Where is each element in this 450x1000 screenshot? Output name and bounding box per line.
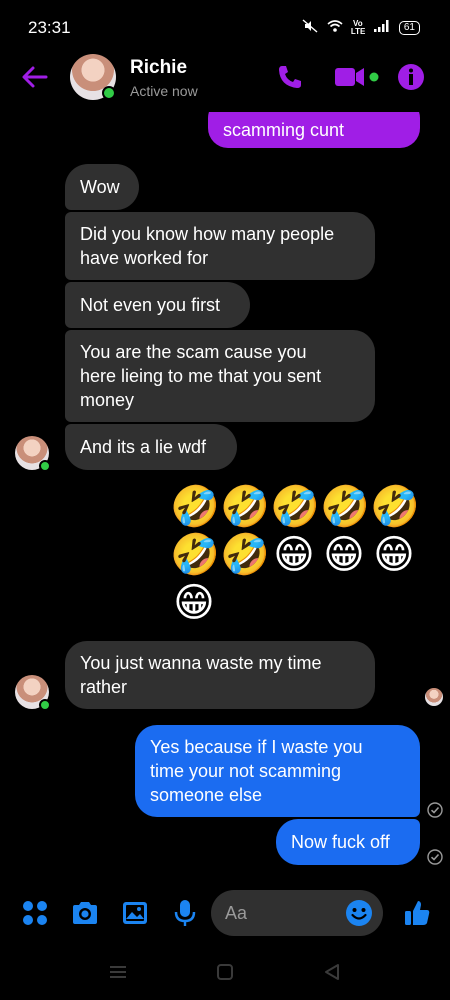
- back-button[interactable]: [20, 62, 50, 92]
- delivered-check-icon: [427, 802, 443, 818]
- message-text: And its a lie wdf: [80, 437, 207, 457]
- square-icon: [217, 964, 233, 980]
- chat-header: Richie Active now: [0, 50, 450, 112]
- online-indicator: [39, 699, 51, 711]
- status-icons: Vo LTE 61: [301, 19, 420, 36]
- menu-lines-icon: [110, 966, 126, 978]
- emoji-message[interactable]: 🤣: [220, 531, 270, 579]
- four-dots-icon: [23, 901, 47, 925]
- voice-call-button[interactable]: [275, 62, 305, 92]
- message-text: Wow: [80, 177, 120, 197]
- message-text: You are the scam cause you here lieing t…: [80, 342, 322, 410]
- status-time: 23:31: [28, 18, 71, 37]
- message-incoming[interactable]: And its a lie wdf: [65, 424, 237, 470]
- video-call-button[interactable]: [333, 62, 383, 92]
- video-camera-icon: [335, 68, 379, 86]
- message-text: Not even you first: [80, 295, 221, 315]
- more-actions-button[interactable]: [20, 898, 50, 928]
- message-incoming[interactable]: Did you know how many people have worked…: [65, 212, 375, 280]
- message-incoming[interactable]: You are the scam cause you here lieing t…: [65, 330, 375, 422]
- status-bar: 23:31 Vo LTE 61: [0, 0, 450, 50]
- recents-button[interactable]: [108, 962, 128, 982]
- emoji-message[interactable]: 😁: [370, 531, 418, 579]
- message-incoming[interactable]: You just wanna waste my time rather: [65, 641, 375, 709]
- message-outgoing[interactable]: scamming cunt: [208, 112, 420, 148]
- message-list[interactable]: scamming cunt Wow Did you know how many …: [0, 112, 450, 882]
- message-text: Did you know how many people have worked…: [80, 224, 335, 268]
- delivered-check-icon: [427, 849, 443, 865]
- smiley-icon: [346, 900, 372, 926]
- emoji-message[interactable]: 🤣: [170, 483, 220, 531]
- message-text: You just wanna waste my time rather: [80, 653, 322, 697]
- sender-avatar[interactable]: [15, 675, 51, 711]
- contact-name[interactable]: Richie: [130, 57, 187, 79]
- home-button[interactable]: [215, 962, 235, 982]
- emoji-message[interactable]: 😁: [270, 531, 318, 579]
- emoji-message[interactable]: 🤣: [170, 531, 220, 579]
- camera-icon: [73, 902, 97, 924]
- like-button[interactable]: [402, 898, 432, 928]
- message-incoming[interactable]: Wow: [65, 164, 139, 210]
- emoji-message[interactable]: 😁: [320, 531, 368, 579]
- sender-avatar[interactable]: [15, 436, 51, 472]
- microphone-icon: [174, 900, 196, 926]
- message-outgoing[interactable]: Now fuck off: [276, 819, 420, 865]
- emoji-message[interactable]: 🤣: [270, 483, 320, 531]
- emoji-message[interactable]: 🤣: [370, 483, 420, 531]
- message-text: Yes because if I waste you time your not…: [150, 737, 363, 805]
- back-nav-button[interactable]: [322, 962, 342, 982]
- message-input[interactable]: [225, 890, 345, 936]
- message-composer: [0, 882, 450, 944]
- image-icon: [123, 902, 147, 924]
- thumbs-up-icon: [405, 901, 430, 925]
- system-navigation-bar: [0, 944, 450, 1000]
- message-text: Now fuck off: [291, 832, 390, 852]
- message-incoming[interactable]: Not even you first: [65, 282, 250, 328]
- mute-icon: [301, 19, 319, 36]
- emoji-message[interactable]: 🤣: [320, 483, 370, 531]
- online-indicator: [102, 86, 116, 100]
- message-text: scamming cunt: [223, 120, 345, 140]
- info-button[interactable]: [396, 62, 426, 92]
- message-input-container[interactable]: [211, 890, 383, 936]
- battery-indicator: 61: [398, 20, 420, 35]
- volte-label: Vo LTE: [350, 18, 366, 36]
- camera-button[interactable]: [70, 898, 100, 928]
- emoji-message[interactable]: 🤣: [220, 483, 270, 531]
- signal-icon: [373, 19, 391, 36]
- emoji-message[interactable]: 😁: [170, 579, 218, 627]
- message-outgoing[interactable]: Yes because if I waste you time your not…: [135, 725, 420, 817]
- emoji-button[interactable]: [345, 899, 373, 927]
- info-icon: [398, 64, 424, 90]
- voice-message-button[interactable]: [170, 898, 200, 928]
- back-arrow-icon: [22, 66, 48, 88]
- seen-indicator-avatar: [425, 688, 443, 706]
- gallery-button[interactable]: [120, 898, 150, 928]
- phone-icon: [279, 66, 301, 88]
- wifi-icon: [327, 19, 343, 36]
- online-indicator: [39, 460, 51, 472]
- triangle-back-icon: [325, 964, 339, 980]
- contact-status: Active now: [130, 83, 198, 99]
